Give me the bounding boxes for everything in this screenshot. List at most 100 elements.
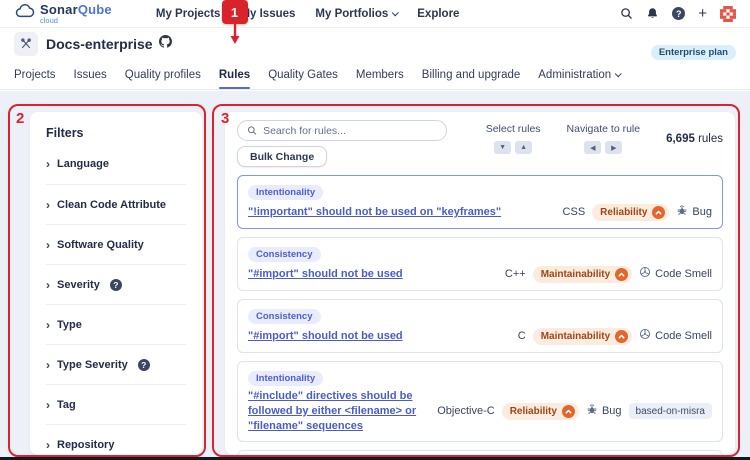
organization-header: Docs-enterprise Enterprise plan Key: doc… — [0, 28, 750, 60]
chevron-right-icon: › — [46, 399, 50, 411]
top-navbar: SonarQube cloud My Projects My Issues My… — [0, 0, 750, 28]
rule-title-link[interactable]: "#import" should not be used — [248, 267, 495, 282]
filter-item-type[interactable]: › Type — [46, 304, 186, 344]
chevron-right-icon: › — [46, 239, 50, 251]
rule-title-link[interactable]: "#import" should not be used — [248, 329, 508, 344]
nav-explore[interactable]: Explore — [417, 8, 459, 20]
tab-projects[interactable]: Projects — [14, 60, 56, 89]
tab-label: Members — [356, 69, 404, 81]
nav-my-portfolios[interactable]: My Portfolios — [315, 8, 397, 20]
nav-my-projects[interactable]: My Projects — [156, 8, 221, 20]
chevron-right-icon: › — [46, 199, 50, 211]
tab-label: Billing and upgrade — [422, 69, 520, 81]
clean-code-attribute-badge: Intentionality — [248, 371, 323, 386]
sonarqube-logo[interactable]: SonarQube cloud — [14, 1, 112, 27]
filter-item-label: Type — [57, 319, 82, 331]
navigate-to-rule-group: Navigate to rule ◀ ▶ — [567, 123, 641, 154]
filter-item-clean-code-attribute[interactable]: › Clean Code Attribute — [46, 184, 186, 224]
filter-item-severity[interactable]: › Severity ? — [46, 264, 186, 304]
tab-label: Administration — [538, 69, 611, 81]
rule-title-link[interactable]: "!important" should not be used on "keyf… — [248, 205, 553, 220]
tab-administration[interactable]: Administration — [538, 60, 620, 89]
rule-type-label: Code Smell — [655, 330, 712, 342]
github-icon[interactable] — [159, 35, 172, 53]
severity-high-icon — [562, 405, 575, 418]
rule-card[interactable]: Intentionality "#include" directives sho… — [237, 450, 723, 455]
nav-my-issues[interactable]: My Issues — [240, 8, 295, 20]
software-quality-badge: Reliability — [502, 403, 579, 420]
filter-item-label: Software Quality — [57, 239, 144, 251]
software-quality-badge: Reliability — [592, 204, 669, 221]
main-nav-links: My Projects My Issues My Portfolios Expl… — [156, 8, 460, 20]
filter-item-language[interactable]: › Language — [46, 144, 186, 184]
filter-item-tag[interactable]: › Tag — [46, 384, 186, 424]
clean-code-attribute-badge: Consistency — [248, 247, 321, 262]
brand-name: SonarQube — [40, 3, 112, 16]
filter-item-label: Language — [57, 158, 109, 170]
tab-members[interactable]: Members — [356, 60, 404, 89]
clean-code-attribute-badge: Consistency — [248, 309, 321, 324]
navbar-actions: ? + — [620, 5, 736, 22]
search-icon — [247, 125, 257, 136]
rule-card[interactable]: Intentionality "!important" should not b… — [237, 175, 723, 229]
chevron-right-icon: › — [46, 359, 50, 371]
user-avatar[interactable] — [720, 6, 736, 22]
select-rules-group: Select rules ▼ ▲ — [486, 123, 541, 154]
software-quality-label: Reliability — [600, 207, 647, 218]
tab-label: Quality Gates — [268, 69, 338, 81]
software-quality-label: Maintainability — [541, 269, 610, 280]
bulk-change-button[interactable]: Bulk Change — [237, 146, 327, 167]
chevron-right-icon: › — [46, 319, 50, 331]
chevron-right-icon: › — [46, 439, 50, 451]
severity-high-icon — [615, 330, 628, 343]
bug-icon — [586, 402, 598, 420]
page-title: Docs-enterprise — [46, 36, 153, 52]
search-icon[interactable] — [620, 7, 633, 20]
rule-type-label: Bug — [692, 206, 712, 218]
rule-card[interactable]: Consistency "#import" should not be used… — [237, 237, 723, 291]
help-icon[interactable]: ? — [138, 359, 150, 371]
filter-item-repository[interactable]: › Repository — [46, 424, 186, 455]
severity-high-icon — [652, 206, 665, 219]
rule-language: C — [518, 330, 526, 342]
tab-rules[interactable]: Rules 1 — [219, 60, 250, 89]
chevron-down-icon — [392, 9, 399, 16]
rule-meta: C++ Maintainability Code Smell — [505, 265, 712, 283]
select-rules-label: Select rules — [486, 123, 541, 135]
tab-quality-profiles[interactable]: Quality profiles — [125, 60, 201, 89]
rule-card[interactable]: Intentionality "#include" directives sho… — [237, 361, 723, 442]
tab-billing-and-upgrade[interactable]: Billing and upgrade — [422, 60, 520, 89]
chevron-right-icon: › — [46, 279, 50, 291]
filter-item-type-severity[interactable]: › Type Severity ? — [46, 344, 186, 384]
tab-issues[interactable]: Issues — [74, 60, 107, 89]
rules-search-input[interactable] — [263, 125, 437, 137]
tab-bar: Projects Issues Quality profiles Rules 1 Qu… — [0, 60, 750, 90]
severity-high-icon — [615, 268, 628, 281]
rule-card[interactable]: Consistency "#import" should not be used… — [237, 299, 723, 353]
filter-item-label: Severity — [57, 279, 100, 291]
clean-code-attribute-badge: Intentionality — [248, 185, 323, 200]
plan-badge[interactable]: Enterprise plan — [651, 45, 736, 60]
arrow-right-keycap[interactable]: ▶ — [605, 141, 622, 154]
filter-item-label: Tag — [57, 399, 76, 411]
plus-icon[interactable]: + — [698, 5, 707, 22]
arrow-down-keycap[interactable]: ▼ — [494, 141, 511, 154]
help-icon[interactable]: ? — [672, 7, 685, 20]
arrow-left-keycap[interactable]: ◀ — [584, 141, 601, 154]
brand-subtitle: cloud — [40, 17, 112, 25]
software-quality-label: Maintainability — [541, 331, 610, 342]
tab-quality-gates[interactable]: Quality Gates — [268, 60, 338, 89]
code-smell-icon — [639, 327, 651, 345]
navigate-label: Navigate to rule — [567, 123, 641, 135]
filter-item-software-quality[interactable]: › Software Quality — [46, 224, 186, 264]
chevron-right-icon: › — [46, 158, 50, 170]
rule-tag[interactable]: based-on-misra — [629, 403, 712, 419]
rules-count: 6,695 rules — [666, 123, 723, 145]
notifications-bell-icon[interactable] — [646, 7, 659, 20]
code-smell-icon — [639, 265, 651, 283]
rule-title-link[interactable]: "#include" directives should be followed… — [248, 389, 427, 434]
arrow-up-keycap[interactable]: ▲ — [515, 141, 532, 154]
help-icon[interactable]: ? — [110, 279, 122, 291]
rules-search-box — [237, 120, 447, 141]
rule-language: Objective-C — [437, 405, 494, 417]
